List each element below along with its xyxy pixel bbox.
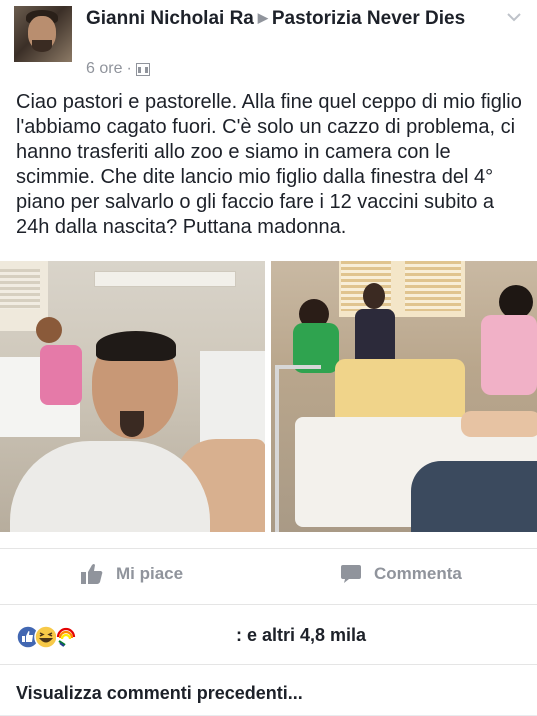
- chevron-down-icon[interactable]: [507, 10, 521, 24]
- comment-bubble-icon: [341, 565, 361, 583]
- pride-icon: [56, 627, 76, 647]
- meta-separator: ·: [126, 60, 132, 77]
- post-header: Gianni Nicholai Ra ▶ Pastorizia Never Dies…: [0, 0, 537, 90]
- post-card: Gianni Nicholai Ra ▶ Pastorizia Never Dies…: [0, 0, 537, 715]
- group-name[interactable]: Pastorizia Never Dies: [272, 8, 465, 29]
- thumbs-up-icon: [81, 564, 103, 584]
- author-line: Gianni Nicholai Ra ▶ Pastorizia Never Dies: [86, 6, 486, 31]
- triangle-right-icon: ▶: [257, 10, 268, 25]
- group-icon: [135, 62, 150, 76]
- hospital-selfie-photo[interactable]: [0, 261, 265, 532]
- author-avatar[interactable]: [14, 6, 72, 62]
- view-previous-comments-link[interactable]: Visualizza commenti precedenti...: [16, 683, 303, 704]
- post-meta: 6 ore ·: [86, 60, 150, 78]
- reactions-bar[interactable]: : e altri 4,8 mila: [0, 604, 537, 665]
- comment-button[interactable]: Commenta: [340, 563, 462, 585]
- post-actions: Mi piace Commenta: [0, 548, 537, 605]
- comments-section: Visualizza commenti precedenti...: [0, 664, 537, 716]
- reaction-count[interactable]: : e altri 4,8 mila: [236, 625, 366, 646]
- like-button[interactable]: Mi piace: [80, 563, 183, 585]
- like-label: Mi piace: [116, 564, 184, 583]
- hospital-room-photo[interactable]: [271, 261, 537, 532]
- comment-label: Commenta: [374, 564, 462, 583]
- haha-icon: [34, 625, 58, 649]
- reaction-icons: [16, 625, 76, 649]
- post-text: Ciao pastori e pastorelle. Alla fine que…: [16, 91, 522, 238]
- author-name[interactable]: Gianni Nicholai Ra: [86, 8, 254, 29]
- post-time[interactable]: 6 ore: [86, 60, 122, 78]
